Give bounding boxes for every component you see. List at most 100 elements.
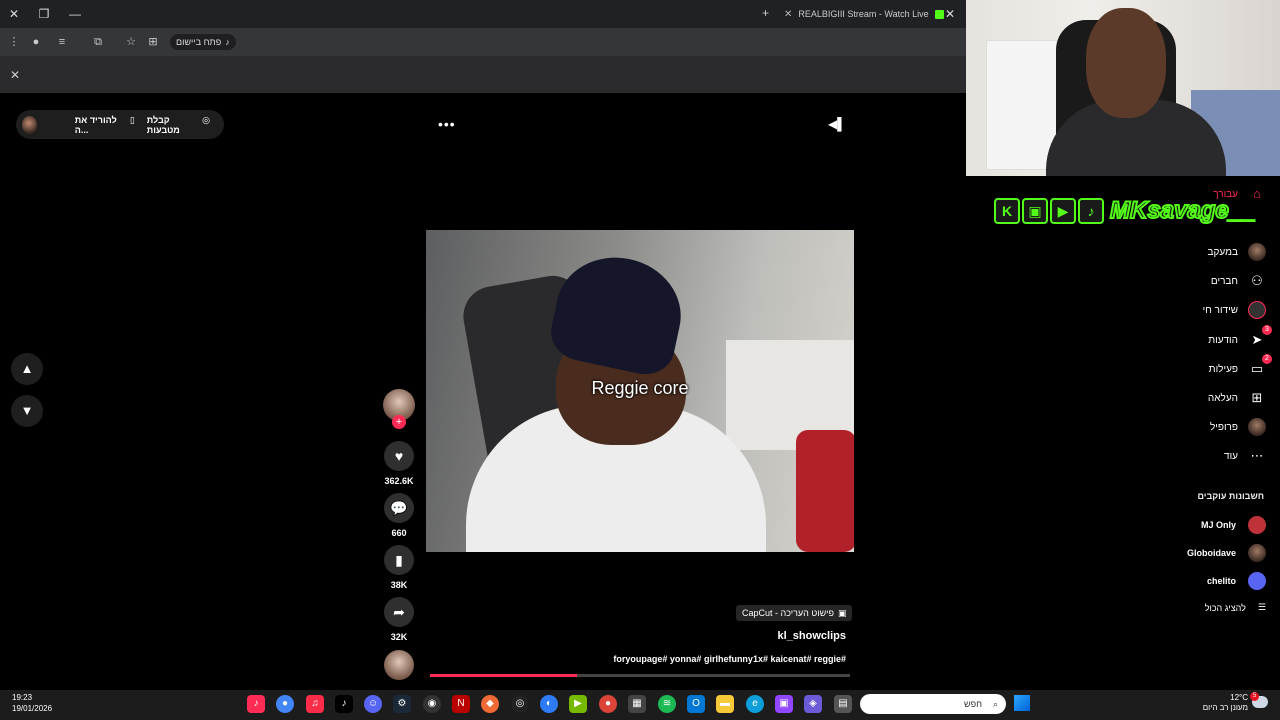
app-icon[interactable]: ◎	[511, 695, 529, 713]
show-all-label: להציג הכול	[1204, 602, 1246, 613]
file-explorer-icon[interactable]: ▬	[716, 695, 734, 713]
activity-icon: ▭ 2	[1248, 354, 1272, 378]
sidebar-item-for-you[interactable]: עבורך ⌂	[1213, 185, 1266, 203]
video-player[interactable]: Reggie core	[426, 230, 854, 552]
coins-download-pill[interactable]: להוריד את ה... ▯ קבלת מטבעות ◎	[16, 110, 224, 139]
home-icon: ⌂	[1253, 186, 1261, 201]
spotify-app-icon[interactable]: ≋	[658, 695, 676, 713]
video-hashtags[interactable]: foryoupage# yonna# girlhefunny1x# kaicen…	[560, 654, 846, 664]
tab-title: REALBIGIII Stream - Watch Live	[798, 9, 929, 19]
brave-app-icon[interactable]: ◆	[481, 695, 499, 713]
obs-app-icon[interactable]: ◉	[423, 695, 441, 713]
clock-date: 19/01/2026	[12, 704, 53, 713]
netflix-app-icon[interactable]: N	[452, 695, 470, 713]
heart-icon: ♥	[394, 448, 404, 464]
previous-video-button[interactable]: ▲	[11, 353, 43, 385]
close-notice-icon[interactable]: ✕	[10, 68, 20, 82]
download-app-label[interactable]: להוריד את ה...	[75, 115, 118, 135]
store-app-icon[interactable]: ▦	[628, 695, 646, 713]
chevron-down-icon: ▼	[20, 403, 34, 418]
sidebar-item-more[interactable]: עוד ⋯	[1224, 447, 1266, 465]
more-options-icon[interactable]: •••	[438, 116, 456, 132]
profile-avatar-icon[interactable]: ●	[28, 34, 44, 50]
sidebar-item-upload[interactable]: העלאה ⊞	[1208, 389, 1266, 407]
webcam-overlay	[966, 0, 1280, 176]
discord-app-icon[interactable]: ☺	[364, 695, 382, 713]
extensions-icon[interactable]: ⧉	[90, 34, 106, 50]
tiktok-icon: ♪	[1078, 198, 1104, 224]
twitch-app-icon[interactable]: ▣	[775, 695, 793, 713]
following-account[interactable]: chelito	[1207, 572, 1266, 590]
close-tab-icon-2[interactable]: ✕	[942, 6, 958, 22]
share-button[interactable]: ➦	[384, 597, 414, 627]
taskbar-search-box[interactable]: חפש ⌕	[860, 694, 1006, 714]
close-tab-icon[interactable]: ✕	[784, 9, 792, 20]
video-progress-fill	[430, 674, 577, 677]
following-account-name: Globoidave	[1186, 548, 1236, 558]
coin-icon: ◎	[202, 114, 210, 125]
app-icon[interactable]: ▤	[834, 695, 852, 713]
open-in-app-button[interactable]: פתח ביישום ♪	[170, 34, 236, 50]
show-all-following-button[interactable]: להציג הכול ☰	[1205, 602, 1266, 613]
sidebar-item-messages[interactable]: הודעות ➤ 3	[1208, 325, 1272, 349]
bookmark-star-icon[interactable]: ☆	[123, 34, 139, 50]
tiktok-app-icon[interactable]: ♪	[247, 695, 265, 713]
sound-icon[interactable]: ◀▌	[828, 117, 846, 131]
menu-dots-icon[interactable]: ⋮	[6, 34, 22, 50]
follow-plus-icon[interactable]: +	[392, 415, 406, 429]
following-accounts-title: חשבונות עוקבים	[1197, 491, 1264, 501]
sidebar-item-following[interactable]: במעקב	[1208, 243, 1266, 261]
edge-app-icon[interactable]: e	[746, 695, 764, 713]
sidebar-item-friends[interactable]: חברים ⚇	[1211, 272, 1266, 290]
share-count: 32K	[390, 632, 408, 642]
sound-disc-avatar[interactable]	[384, 650, 414, 680]
chrome-app-icon[interactable]: ●	[599, 695, 617, 713]
capcut-tag[interactable]: CapCut - פישוט העריכה ▣	[736, 605, 853, 621]
browser-tab[interactable]: ✕ REALBIGIII Stream - Watch Live	[784, 4, 960, 24]
sidebar-item-label: שידור חי	[1202, 304, 1238, 316]
avatar	[1248, 544, 1266, 562]
sidebar-item-profile[interactable]: פרופיל	[1210, 418, 1266, 436]
media-control-icon[interactable]: ≡	[54, 34, 70, 50]
windows-start-icon[interactable]	[1014, 695, 1030, 711]
following-account-name: chelito	[1206, 576, 1236, 586]
tiktok-icon: ♪	[225, 37, 230, 47]
save-button[interactable]: ▮	[384, 545, 414, 575]
video-progress-bar[interactable]	[430, 674, 850, 677]
taskbar-clock[interactable]: 19:23 19/01/2026	[12, 692, 52, 714]
following-account[interactable]: MJ Only	[1201, 516, 1266, 534]
outlook-app-icon[interactable]: O	[687, 695, 705, 713]
video-author[interactable]: kl_showclips	[700, 630, 846, 642]
minimize-window-icon[interactable]: —	[67, 6, 83, 22]
copilot-app-icon[interactable]: ◈	[804, 695, 822, 713]
following-account-name: MJ Only	[1200, 520, 1236, 530]
list-icon: ☰	[1257, 602, 1266, 612]
twitch-icon: ▣	[1022, 198, 1048, 224]
steam-app-icon[interactable]: ⚙	[393, 695, 411, 713]
following-account[interactable]: Globoidave	[1187, 544, 1266, 562]
avatar[interactable]	[22, 115, 37, 134]
capcut-label: CapCut - פישוט העריכה	[742, 608, 834, 618]
install-app-icon[interactable]: ⊞	[145, 34, 161, 50]
comment-button[interactable]: 💬	[384, 493, 414, 523]
save-count: 38K	[390, 580, 408, 590]
new-tab-button[interactable]: +	[762, 6, 769, 20]
music-app-icon[interactable]: ♫	[306, 695, 324, 713]
chrome-app-icon[interactable]: ●	[276, 695, 294, 713]
weather-widget[interactable]: 12°C מעונן רב היום	[1196, 693, 1248, 713]
sidebar-item-label: הודעות	[1208, 334, 1238, 346]
open-in-app-label: פתח ביישום	[176, 37, 222, 47]
app-icon[interactable]: ◐	[540, 695, 558, 713]
get-coins-label[interactable]: קבלת מטבעות	[147, 115, 190, 135]
restore-window-icon[interactable]: ❐	[36, 6, 52, 22]
webcam-streamer	[1086, 8, 1166, 118]
tiktok-studio-icon[interactable]: ♪	[335, 695, 353, 713]
nvidia-app-icon[interactable]: ▶	[569, 695, 587, 713]
next-video-button[interactable]: ▼	[11, 395, 43, 427]
close-window-icon[interactable]: ✕	[6, 6, 22, 22]
messages-badge: 3	[1262, 325, 1272, 335]
sidebar-item-activity[interactable]: פעילות ▭ 2	[1209, 354, 1272, 378]
sidebar-item-live[interactable]: שידור חי	[1203, 301, 1266, 319]
video-scene-chair	[796, 430, 854, 552]
like-button[interactable]: ♥	[384, 441, 414, 471]
